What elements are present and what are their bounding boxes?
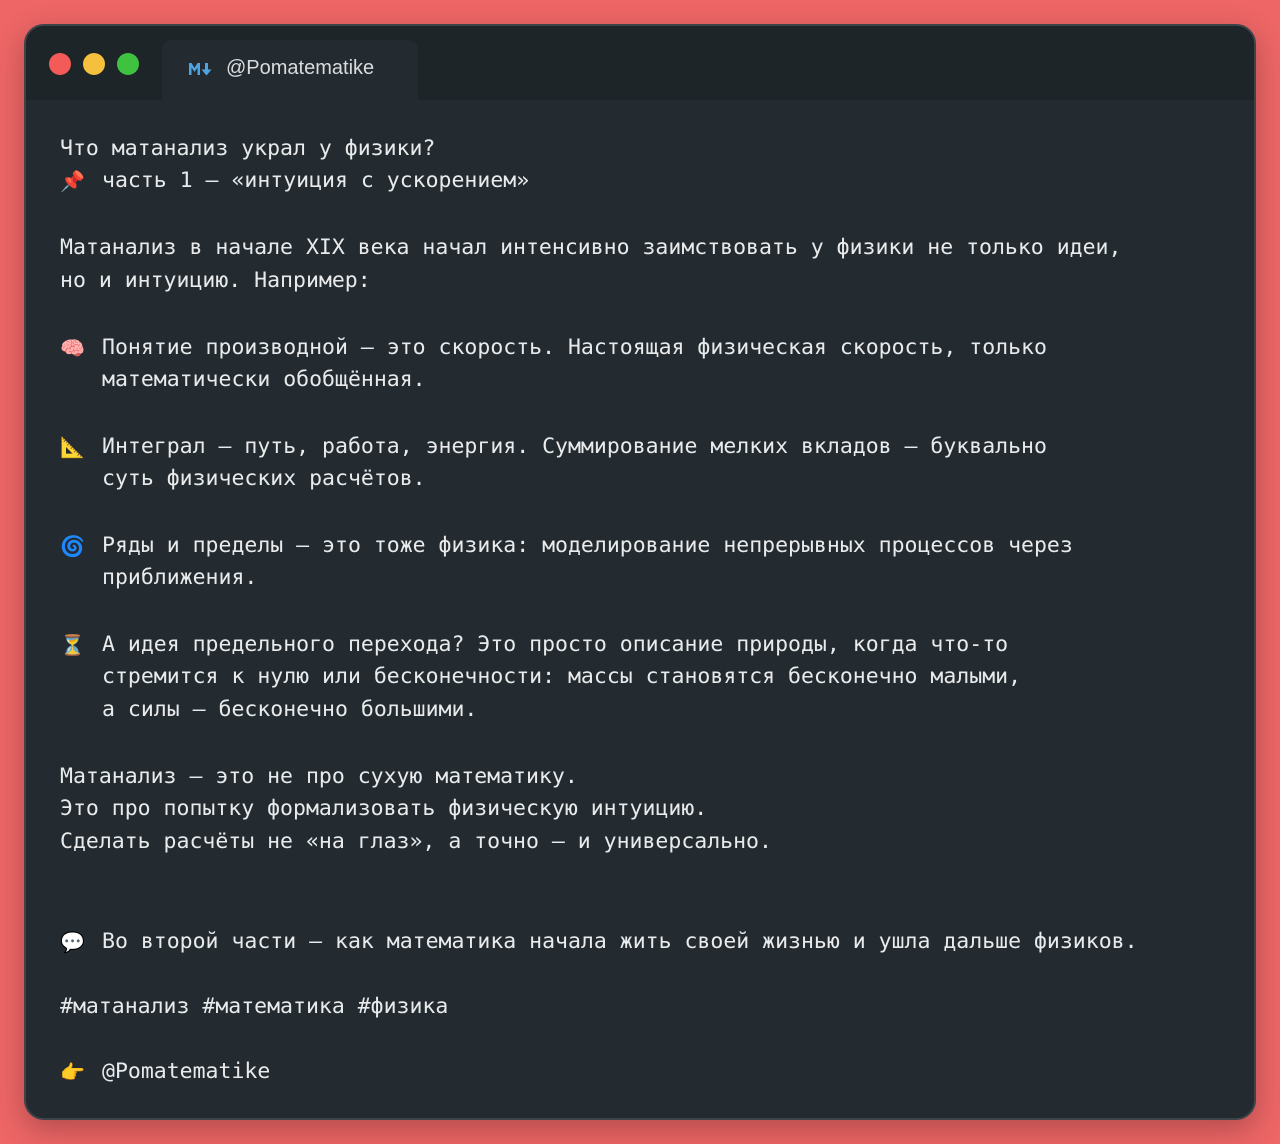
- item-derivative-line-2: математически обобщённая.: [102, 367, 426, 392]
- brain-icon: 🧠: [60, 336, 85, 360]
- hourglass-icon: ⏳: [60, 633, 85, 657]
- item-series-line-1: Ряды и пределы — это тоже физика: модели…: [102, 533, 1073, 558]
- item-limit-line-2: стремится к нулю или бесконечности: масс…: [102, 664, 1022, 689]
- intro-line-2: но и интуицию. Например:: [60, 268, 371, 293]
- item-integral-line-2: суть физических расчётов.: [102, 466, 426, 491]
- item-series-line-2: приближения.: [102, 565, 258, 590]
- signature-link[interactable]: @Pomatematike: [102, 1056, 270, 1088]
- item-integral-line-1: Интеграл — путь, работа, энергия. Суммир…: [102, 434, 1047, 459]
- item-limit-line-1: А идея предельного перехода? Это просто …: [102, 632, 1009, 657]
- triangular-ruler-icon: 📐: [60, 435, 85, 459]
- speech-balloon-icon: 💬: [60, 930, 85, 954]
- outro-line-3: Сделать расчёты не «на глаз», а точно — …: [60, 829, 772, 854]
- post-content: Что матанализ украл у физики? 📌 часть 1 …: [60, 26, 1234, 1084]
- pointing-hand-icon: 👉: [60, 1060, 85, 1084]
- hashtags[interactable]: #матанализ #математика #физика: [60, 991, 448, 1023]
- item-derivative-line-1: Понятие производной — это скорость. Наст…: [102, 335, 1047, 360]
- pushpin-icon: 📌: [60, 169, 85, 193]
- editor-window: @Pomatematike Что матанализ украл у физи…: [24, 24, 1256, 1120]
- cyclone-icon: 🌀: [60, 534, 85, 558]
- intro-line-1: Матанализ в начале XIX века начал интенс…: [60, 235, 1122, 260]
- post-title: Что матанализ украл у физики?: [60, 136, 436, 161]
- outro-line-2: Это про попытку формализовать физическую…: [60, 796, 708, 821]
- outro-line-1: Матанализ — это не про сухую математику.: [60, 764, 578, 789]
- item-limit-line-3: а силы — бесконечно большими.: [102, 697, 478, 722]
- teaser-text: Во второй части — как математика начала …: [102, 929, 1138, 954]
- post-subtitle: часть 1 — «интуиция с ускорением»: [102, 168, 530, 193]
